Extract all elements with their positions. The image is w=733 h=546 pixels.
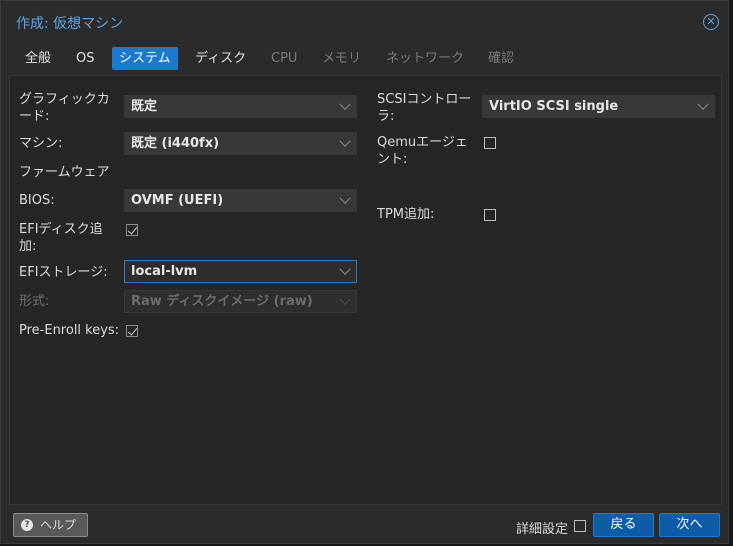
advanced-checkbox[interactable]: [574, 520, 586, 532]
tab-confirm: 確認: [488, 51, 515, 66]
graphics-card-select[interactable]: 既定: [124, 95, 357, 118]
chevron-down-icon: [339, 135, 351, 147]
tab-network: ネットワーク: [386, 51, 465, 66]
bios-value: OVMF (UEFI): [131, 193, 224, 208]
format-select: Raw ディスクイメージ (raw): [124, 290, 357, 313]
graphics-card-value: 既定: [131, 99, 158, 114]
tab-disk[interactable]: ディスク: [188, 47, 253, 70]
dialog-footer: ? ヘルプ 詳細設定 戻る 次へ: [1, 506, 728, 544]
tpm-label: TPM追加:: [377, 207, 435, 222]
efi-storage-value: local-lvm: [131, 264, 198, 279]
next-button[interactable]: 次へ: [659, 513, 720, 537]
pre-enroll-keys-label: Pre-Enroll keys:: [19, 323, 120, 338]
chevron-down-icon: [339, 263, 351, 275]
scsi-controller-label: SCSIコントロー ラ:: [377, 92, 472, 124]
advanced-label: 詳細設定: [516, 522, 569, 537]
help-label: ヘルプ: [40, 518, 77, 532]
machine-select[interactable]: 既定 (i440fx): [124, 132, 357, 155]
qemu-agent-label: Qemuエージェ ント:: [377, 135, 468, 167]
tpm-checkbox[interactable]: [484, 209, 496, 221]
efi-storage-label: EFIストレージ:: [19, 265, 108, 280]
firmware-header: ファームウェア: [19, 165, 110, 180]
help-button[interactable]: ? ヘルプ: [13, 513, 88, 537]
efi-storage-select[interactable]: local-lvm: [124, 260, 357, 283]
chevron-down-icon: [697, 98, 709, 110]
pre-enroll-keys-checkbox[interactable]: [126, 325, 138, 337]
efi-disk-label: EFIディスク追 加:: [19, 222, 103, 254]
scsi-controller-select[interactable]: VirtIO SCSI single: [482, 95, 715, 118]
back-button[interactable]: 戻る: [593, 513, 654, 537]
tab-general[interactable]: 全般: [18, 47, 58, 70]
chevron-down-icon: [339, 192, 351, 204]
qemu-agent-checkbox[interactable]: [484, 137, 496, 149]
tab-memory: メモリ: [322, 51, 362, 66]
checkmark-icon: [127, 224, 138, 235]
graphics-card-label: グラフィックカ ード:: [19, 92, 110, 124]
dialog-titlebar[interactable]: 作成: 仮想マシン ✕: [1, 1, 728, 41]
scsi-controller-value: VirtIO SCSI single: [489, 99, 619, 114]
system-panel: グラフィックカ ード: 既定 マシン: 既定 (i440fx) ファームウェア …: [9, 75, 722, 505]
question-icon: ?: [21, 519, 33, 531]
tab-system[interactable]: システム: [112, 47, 178, 70]
checkmark-icon: [127, 325, 138, 336]
tab-os[interactable]: OS: [69, 47, 101, 70]
machine-label: マシン:: [19, 136, 63, 151]
tab-cpu: CPU: [271, 51, 298, 66]
dialog-title: 作成: 仮想マシン: [16, 16, 124, 32]
format-value: Raw ディスクイメージ (raw): [131, 294, 313, 309]
format-label: 形式:: [19, 294, 50, 309]
machine-value: 既定 (i440fx): [131, 136, 220, 151]
bios-select[interactable]: OVMF (UEFI): [124, 189, 357, 212]
chevron-down-icon: [339, 293, 351, 305]
chevron-down-icon: [339, 98, 351, 110]
bios-label: BIOS:: [19, 193, 55, 208]
close-icon[interactable]: ✕: [703, 14, 719, 30]
efi-disk-checkbox[interactable]: [126, 224, 138, 236]
create-vm-dialog: 作成: 仮想マシン ✕ 全般 OS システム ディスク CPU メモリ ネットワ…: [0, 0, 729, 544]
